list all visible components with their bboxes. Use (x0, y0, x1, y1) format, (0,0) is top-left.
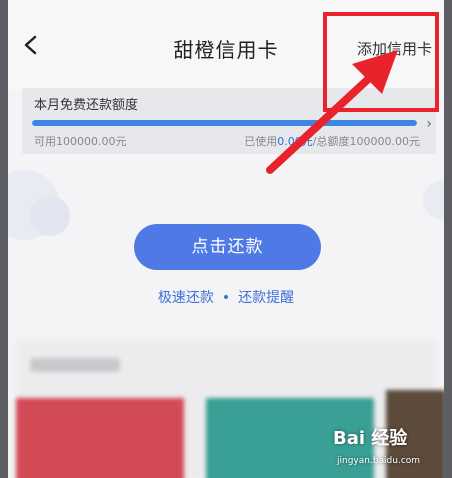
separator-dot: • (221, 290, 231, 306)
watermark-logo: Bai 经验 (333, 428, 408, 449)
baidu-jingyan-watermark: Bai 经验 jingyan.baidu.com (333, 424, 448, 476)
chevron-right-icon: › (426, 116, 432, 132)
repay-reminder-link[interactable]: 还款提醒 (238, 290, 294, 306)
quota-progress-fill (32, 120, 417, 126)
total-amount: /总额度100000.00元 (312, 135, 420, 148)
blurred-heading (30, 358, 120, 372)
used-total-amount: 已使用0.00元/总额度100000.00元 (244, 133, 420, 149)
decor-circle (30, 196, 70, 236)
repay-button[interactable]: 点击还款 (134, 224, 321, 270)
quota-progress-bar (32, 120, 417, 126)
available-amount: 可用100000.00元 (34, 135, 127, 148)
device-frame-left (0, 0, 8, 478)
card-thumbnail[interactable] (16, 398, 184, 478)
fast-repay-link[interactable]: 极速还款 (158, 290, 214, 306)
used-value: 0.00元 (277, 135, 313, 148)
watermark-site: jingyan.baidu.com (337, 456, 421, 466)
annotation-highlight-box (323, 12, 439, 112)
used-label: 已使用 (244, 135, 278, 148)
repay-links: 极速还款 • 还款提醒 (8, 287, 444, 307)
device-frame-right (444, 0, 452, 478)
decor-circle (423, 180, 444, 220)
quota-title: 本月免费还款额度 (34, 98, 139, 113)
